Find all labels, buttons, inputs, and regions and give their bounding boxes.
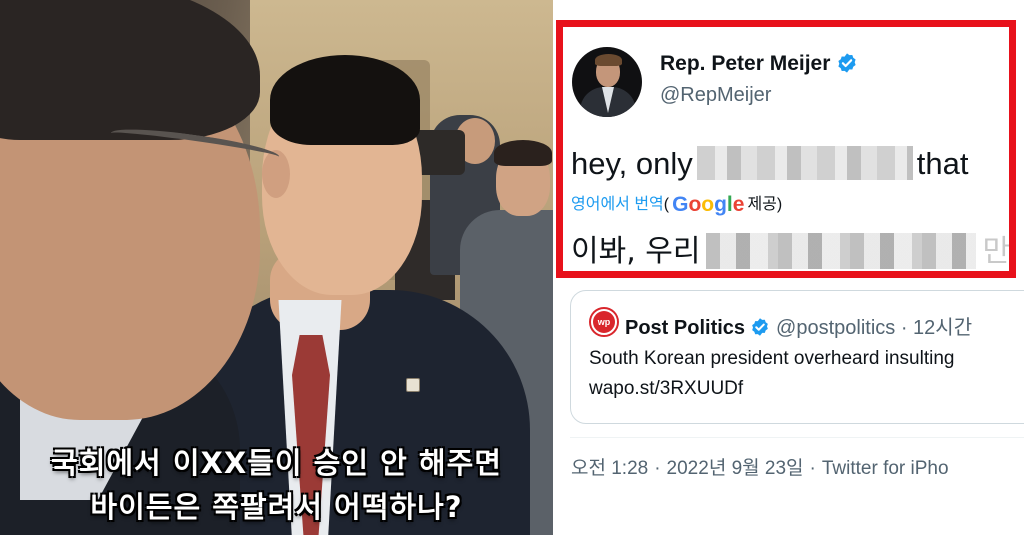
translate-provider-suffix: 제공) (747, 196, 783, 213)
quoted-time[interactable]: · 12시간 (901, 317, 972, 339)
tweet-timestamp[interactable]: 오전 1:28 · 2022년 9월 23일 · Twitter for iPho (571, 453, 949, 480)
subtitle-line-2: 바이든은 쪽팔려서 어떡하나? (90, 490, 463, 524)
tweet-source[interactable]: Twitter for iPho (822, 458, 949, 479)
quoted-author[interactable]: Post Politics @postpolitics · 12시간 (625, 311, 972, 340)
translate-open-paren: ( (663, 196, 670, 213)
tweet-date[interactable]: 2022년 9월 23일 (667, 458, 804, 479)
quoted-text: South Korean president overheard insulti… (589, 348, 955, 369)
quoted-author-name[interactable]: Post Politics (625, 317, 745, 339)
tweet-text: hey, only that (571, 146, 969, 182)
video-frame: 국회에서 이XX들이 승인 안 해주면 바이든은 쪽팔려서 어떡하나? (0, 0, 553, 535)
author-avatar[interactable] (572, 47, 642, 117)
center-man-hair (270, 55, 420, 145)
tweet-text-end: that (916, 146, 969, 181)
blurred-text (696, 146, 913, 180)
separator-dot: · (809, 458, 816, 479)
author-name-text[interactable]: Rep. Peter Meijer (660, 52, 830, 75)
subtitle-line-1: 국회에서 이XX들이 승인 안 해주면 (51, 446, 502, 480)
translated-trailing: 만 (982, 234, 1011, 269)
tweet-time[interactable]: 오전 1:28 (571, 458, 648, 479)
tweet-text-start: hey, only (571, 146, 693, 181)
lapel-pin (406, 378, 420, 392)
translate-link[interactable]: 영어에서 번역 (571, 196, 664, 213)
verified-check-icon (838, 53, 857, 73)
video-subtitles: 국회에서 이XX들이 승인 안 해주면 바이든은 쪽팔려서 어떡하나? (0, 441, 553, 529)
separator-dot: · (654, 458, 661, 479)
google-logo: Google (672, 193, 745, 216)
translation-row: 영어에서 번역(Google 제공) (571, 190, 782, 217)
translated-text-start: 이봐, 우리 (571, 234, 701, 269)
quoted-author-handle[interactable]: @postpolitics (776, 317, 895, 339)
verified-check-icon (752, 318, 768, 336)
front-man-hair (0, 0, 260, 140)
author-name[interactable]: Rep. Peter Meijer (660, 52, 858, 76)
author-handle[interactable]: @RepMeijer (660, 84, 771, 107)
blurred-translated-text (706, 233, 977, 269)
quoted-author-avatar[interactable]: wp (589, 307, 619, 337)
quoted-link[interactable]: wapo.st/3RXUUDf (589, 378, 743, 400)
divider (570, 437, 1024, 438)
translated-text: 이봐, 우리 만 (571, 226, 1010, 270)
background-man-hair (494, 140, 552, 166)
wp-logo-icon: wp (593, 311, 615, 333)
